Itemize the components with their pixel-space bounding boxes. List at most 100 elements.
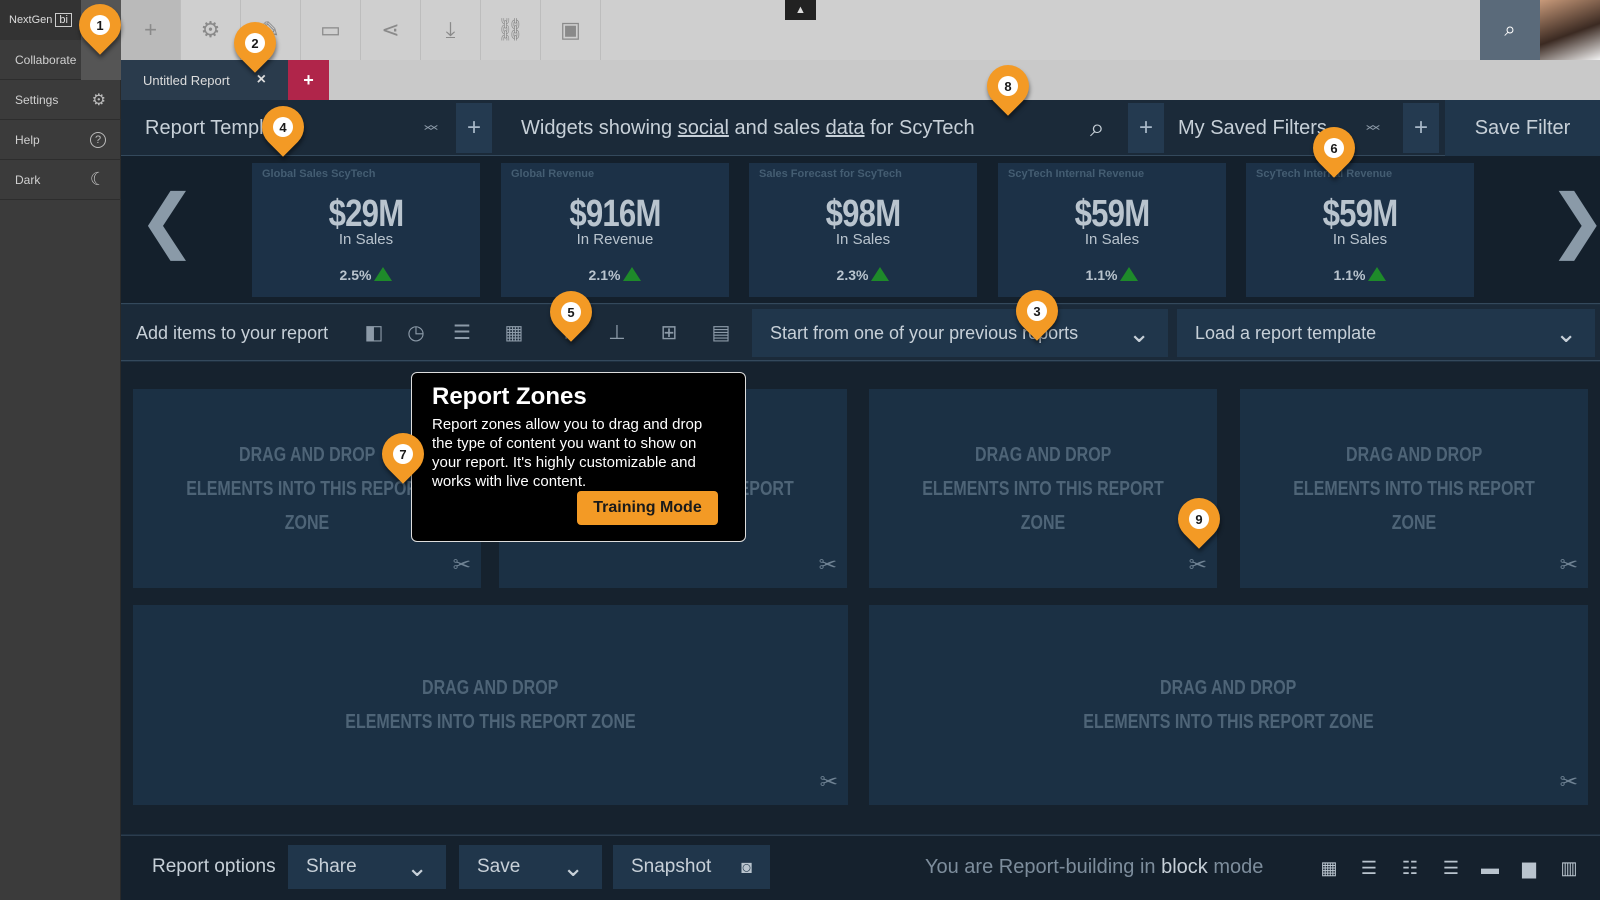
table-icon[interactable]: ▤: [707, 318, 735, 346]
kpi-percent: 1.1%: [1085, 267, 1118, 283]
saved-filters-stepper[interactable]: ︿ ﹀: [1366, 100, 1380, 156]
clock-icon[interactable]: ◷: [402, 318, 430, 346]
add-query-button[interactable]: +: [1128, 103, 1164, 153]
report-zone[interactable]: DRAG AND DROP ELEMENTS INTO THIS REPORT …: [1240, 389, 1588, 588]
query-data[interactable]: data: [826, 117, 865, 140]
save-filter-button[interactable]: Save Filter: [1445, 100, 1600, 156]
sidebar-item-settings[interactable]: Settings ⚙: [0, 80, 121, 120]
kpi-trend: 2.3%: [749, 267, 977, 283]
carousel-next-button[interactable]: ❯: [1548, 185, 1600, 255]
close-icon[interactable]: ×: [257, 71, 266, 89]
marker-number: 8: [998, 76, 1018, 96]
kpi-card[interactable]: ScyTech Internal Revenue $59M In Sales 1…: [998, 163, 1226, 297]
kpi-percent: 2.3%: [836, 267, 869, 283]
report-zone[interactable]: DRAG AND DROP ELEMENTS INTO THIS REPORT …: [869, 605, 1588, 805]
detail-list-layout-icon[interactable]: ☰: [1437, 857, 1465, 879]
report-template-dropdown[interactable]: Load a report template ⌄: [1177, 309, 1595, 357]
add-template-button[interactable]: +: [456, 103, 492, 153]
kpi-value: $59M: [1322, 193, 1398, 235]
add-document-icon[interactable]: ⊞: [655, 318, 683, 346]
link-icon: ⛓: [496, 17, 525, 42]
search-icon: ⌕: [1504, 18, 1516, 41]
previous-reports-dropdown[interactable]: Start from one of your previous reports …: [752, 309, 1168, 357]
chevron-down-icon: ﹀: [1366, 124, 1380, 140]
devices-button[interactable]: ▣: [541, 0, 601, 60]
kpi-value: $98M: [825, 193, 901, 235]
app-logo[interactable]: NextGen bi: [0, 0, 81, 40]
plus-icon: +: [1138, 114, 1153, 141]
calendar-icon[interactable]: ▦: [500, 318, 528, 346]
single-block-layout-icon[interactable]: ▆: [1515, 857, 1543, 879]
settings-button[interactable]: ⚙: [181, 0, 241, 60]
tools-icon[interactable]: ✂: [819, 552, 837, 578]
query-search-button[interactable]: ⌕: [1090, 100, 1105, 156]
report-options-label[interactable]: Report options: [152, 845, 276, 889]
trend-up-icon: [374, 267, 393, 281]
tools-icon[interactable]: ✂: [820, 769, 838, 795]
kpi-percent: 1.1%: [1333, 267, 1366, 283]
add-filter-button[interactable]: +: [1403, 103, 1439, 153]
download-button[interactable]: ⤓: [421, 0, 481, 60]
marker-number: 1: [90, 15, 110, 35]
sidebar-item-help[interactable]: Help ?: [0, 120, 121, 160]
share-dropdown[interactable]: Share ⌄: [288, 845, 446, 889]
kpi-card[interactable]: Global Sales ScyTech $29M In Sales 2.5%: [252, 163, 480, 297]
marker-number: 2: [245, 33, 265, 53]
chevron-down-icon: ⌄: [1555, 318, 1577, 348]
moon-icon: ☾: [89, 169, 106, 189]
link-button[interactable]: ⛓: [481, 0, 541, 60]
share-toolbar-button[interactable]: ⋖: [361, 0, 421, 60]
kpi-percent: 2.5%: [339, 267, 372, 283]
sidebar-item-collaborate[interactable]: Collaborate: [0, 40, 81, 80]
sidebar-item-label: Settings: [15, 92, 59, 107]
tools-icon[interactable]: ✂: [1560, 552, 1578, 578]
download-icon: ⤓: [445, 17, 456, 42]
chevron-down-icon: ﹀: [424, 124, 438, 140]
global-search-button[interactable]: ⌕: [1480, 0, 1540, 60]
add-items-label: Add items to your report: [136, 322, 329, 343]
kpi-card[interactable]: ScyTech Internal Revenue $59M In Sales 1…: [1246, 163, 1474, 297]
saved-filters-select[interactable]: My Saved Filters: [1178, 100, 1327, 156]
rows-layout-icon[interactable]: ☰: [1355, 857, 1383, 879]
list-layout-icon[interactable]: ☷: [1396, 857, 1424, 879]
saved-filters-label: My Saved Filters: [1178, 116, 1327, 139]
snapshot-button[interactable]: Snapshot ◙: [613, 845, 770, 889]
kpi-title: ScyTech Internal Revenue: [1008, 168, 1145, 180]
panel-icon[interactable]: ◧: [360, 318, 388, 346]
add-tab-button[interactable]: +: [288, 60, 329, 100]
devices-icon: ▣: [560, 17, 581, 42]
zone-line2: ELEMENTS INTO THIS REPORT ZONE: [1083, 711, 1374, 733]
tools-icon[interactable]: ✂: [453, 552, 471, 578]
tab-untitled-report[interactable]: Untitled Report ×: [121, 60, 288, 100]
new-report-button[interactable]: +: [121, 0, 181, 60]
grid-layout-icon[interactable]: ▦: [1315, 857, 1343, 879]
collapse-toolbar-button[interactable]: ▲: [785, 0, 816, 20]
training-mode-button[interactable]: Training Mode: [577, 491, 718, 525]
kpi-card[interactable]: Sales Forecast for ScyTech $98M In Sales…: [749, 163, 977, 297]
popup-title: Report Zones: [432, 383, 587, 410]
query-prefix: Widgets showing: [521, 116, 678, 139]
save-dropdown[interactable]: Save ⌄: [459, 845, 602, 889]
present-button[interactable]: ▭: [301, 0, 361, 60]
report-zone[interactable]: DRAG AND DROP ELEMENTS INTO THIS REPORT …: [133, 605, 848, 805]
sidebar-item-dark[interactable]: Dark ☾: [0, 160, 121, 200]
columns-layout-icon[interactable]: ▥: [1555, 857, 1583, 879]
query-input[interactable]: Widgets showing social and sales data fo…: [521, 100, 975, 156]
logo-badge: bi: [55, 13, 72, 27]
report-zone[interactable]: DRAG AND DROP ELEMENTS INTO THIS REPORT …: [869, 389, 1217, 588]
snapshot-label: Snapshot: [631, 856, 712, 877]
templates-stepper[interactable]: ︿ ﹀: [424, 100, 438, 156]
database-icon[interactable]: ☰: [448, 318, 476, 346]
hierarchy-icon[interactable]: ⊥: [603, 318, 631, 346]
kpi-card[interactable]: Global Revenue $916M In Revenue 2.1%: [501, 163, 729, 297]
tools-icon[interactable]: ✂: [1189, 552, 1207, 578]
compact-layout-icon[interactable]: ▬: [1476, 857, 1504, 879]
kpi-trend: 2.5%: [252, 267, 480, 283]
user-avatar[interactable]: [1540, 0, 1600, 60]
query-social[interactable]: social: [678, 117, 729, 140]
mode-suffix: mode: [1207, 855, 1264, 878]
carousel-prev-button[interactable]: ❮: [138, 185, 197, 255]
tools-icon[interactable]: ✂: [1560, 769, 1578, 795]
chevron-right-icon: ❯: [1548, 181, 1600, 259]
plus-icon: +: [466, 114, 481, 141]
